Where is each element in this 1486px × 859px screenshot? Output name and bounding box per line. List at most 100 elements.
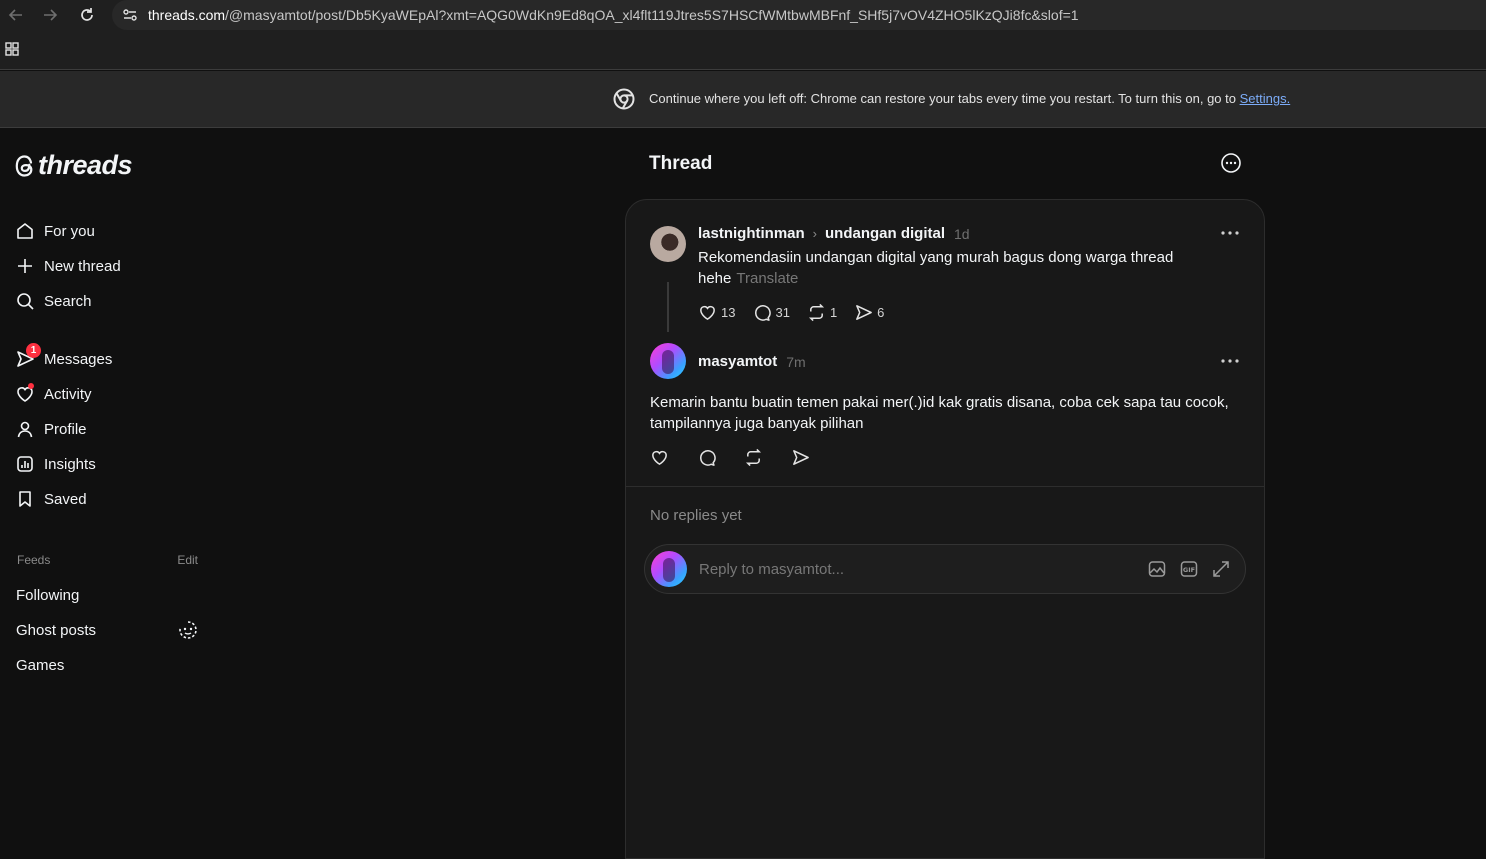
nav-new-thread[interactable]: New thread xyxy=(15,253,121,279)
arrow-right-icon xyxy=(44,9,58,21)
no-replies-text: No replies yet xyxy=(650,507,742,524)
apps-grid-icon xyxy=(5,42,19,56)
threads-wordmark: threads xyxy=(38,150,133,180)
send-icon xyxy=(793,450,809,465)
threads-logo-icon xyxy=(15,154,33,177)
send-icon xyxy=(856,305,873,320)
nav-activity[interactable]: Activity xyxy=(15,381,92,407)
original-post-header: lastnightinman › undangan digital 1d xyxy=(698,225,970,242)
nav-saved[interactable]: Saved xyxy=(15,486,87,512)
like-count: 13 xyxy=(721,305,736,320)
threads-logo[interactable]: threads xyxy=(14,150,133,181)
feeds-edit-button[interactable]: Edit xyxy=(177,553,198,567)
nav-activity-label: Activity xyxy=(44,385,92,403)
nav-insights-label: Insights xyxy=(44,455,96,473)
back-button[interactable] xyxy=(4,3,28,27)
site-info-button[interactable] xyxy=(112,7,148,23)
reply-post-line2: tampilannya juga banyak pilihan xyxy=(650,415,864,432)
expand-composer-button[interactable] xyxy=(1211,559,1231,579)
repost-count: 1 xyxy=(829,305,838,320)
nav-saved-label: Saved xyxy=(44,490,87,508)
apps-button[interactable] xyxy=(4,41,20,57)
composer-tools: GIF xyxy=(1147,559,1231,579)
bookmark-icon xyxy=(15,489,35,509)
reply-share-button[interactable] xyxy=(791,448,814,467)
messages-badge: 1 xyxy=(26,343,41,358)
url-path: /@masyamtot/post/Db5KyaWEpAl?xmt=AQG0WdK… xyxy=(225,7,1079,23)
nav-profile[interactable]: Profile xyxy=(15,416,87,442)
repost-icon xyxy=(808,303,824,322)
reply-input[interactable] xyxy=(699,559,1119,579)
tune-icon xyxy=(123,9,137,21)
translate-link[interactable]: Translate xyxy=(736,270,798,287)
original-post-time: 1d xyxy=(954,225,970,242)
url-text[interactable]: threads.com/@masyamtot/post/Db5KyaWEpAl?… xyxy=(148,7,1079,23)
avatar-masyamtot[interactable] xyxy=(650,343,686,379)
like-button[interactable]: 13 xyxy=(698,303,735,322)
comment-icon xyxy=(755,305,772,321)
svg-text:GIF: GIF xyxy=(1183,566,1195,574)
avatar-lastnightinman[interactable] xyxy=(650,226,686,262)
reply-post-username[interactable]: masyamtot xyxy=(698,353,777,370)
reply-comment-button[interactable] xyxy=(697,448,720,467)
reply-post-line1: Kemarin bantu buatin temen pakai mer(.)i… xyxy=(650,394,1229,411)
arrow-left-icon xyxy=(8,9,22,21)
original-post-actions: 13 31 1 6 xyxy=(698,303,901,322)
reply-post-time: 7m xyxy=(786,353,806,370)
reply-post-actions xyxy=(650,448,831,467)
infobar-message: Continue where you left off: Chrome can … xyxy=(649,91,1290,106)
reply-button[interactable]: 31 xyxy=(752,303,790,322)
more-dots-icon xyxy=(1221,359,1239,363)
expand-icon xyxy=(1213,561,1229,577)
forward-button[interactable] xyxy=(38,3,62,27)
comment-icon xyxy=(700,450,716,466)
nav-messages[interactable]: 1 Messages xyxy=(15,343,113,372)
original-post-text: Rekomendasiin undangan digital yang mura… xyxy=(698,247,1218,289)
nav-search[interactable]: Search xyxy=(15,288,92,314)
address-bar[interactable]: threads.com/@masyamtot/post/Db5KyaWEpAl?… xyxy=(112,0,1486,30)
reply-post-text: Kemarin bantu buatin temen pakai mer(.)i… xyxy=(650,392,1250,434)
nav-new-thread-label: New thread xyxy=(44,257,121,275)
nav-profile-label: Profile xyxy=(44,420,87,438)
section-divider xyxy=(626,486,1264,487)
nav-messages-label: Messages xyxy=(44,350,113,368)
original-post-topic[interactable]: undangan digital xyxy=(825,225,945,242)
share-button[interactable]: 6 xyxy=(854,303,884,322)
heart-icon xyxy=(652,450,667,466)
repost-button[interactable]: 1 xyxy=(807,303,837,322)
page-title: Thread xyxy=(649,153,713,174)
thread-connector-line xyxy=(667,282,669,332)
reply-composer[interactable]: GIF xyxy=(644,544,1246,594)
restore-tabs-infobar: Continue where you left off: Chrome can … xyxy=(0,71,1486,128)
nav-insights[interactable]: Insights xyxy=(15,451,96,477)
reply-repost-button[interactable] xyxy=(744,448,767,467)
send-icon: 1 xyxy=(15,343,41,369)
reload-button[interactable] xyxy=(75,3,99,27)
reply-count: 31 xyxy=(775,305,790,320)
feed-ghost-posts[interactable]: Ghost posts xyxy=(16,622,96,639)
search-icon xyxy=(15,291,35,311)
original-post-more-button[interactable] xyxy=(1220,230,1240,236)
attach-gif-button[interactable]: GIF xyxy=(1179,559,1199,579)
reply-post-more-button[interactable] xyxy=(1220,358,1240,364)
more-dots-icon xyxy=(1221,231,1239,235)
activity-dot xyxy=(28,383,34,389)
composer-avatar xyxy=(651,551,687,587)
feed-games[interactable]: Games xyxy=(16,657,64,674)
thread-options-button[interactable] xyxy=(1220,152,1242,174)
attach-image-button[interactable] xyxy=(1147,559,1167,579)
feed-following[interactable]: Following xyxy=(16,587,79,604)
repost-icon xyxy=(745,448,762,467)
reply-like-button[interactable] xyxy=(650,448,673,467)
share-count: 6 xyxy=(877,305,885,320)
reload-icon xyxy=(81,8,93,21)
heart-icon xyxy=(700,305,715,321)
bookmarks-bar xyxy=(0,30,1486,70)
home-icon xyxy=(15,221,35,241)
ghost-icon xyxy=(179,621,197,639)
original-post-username[interactable]: lastnightinman xyxy=(698,225,805,242)
more-circle-icon xyxy=(1221,153,1241,173)
nav-for-you[interactable]: For you xyxy=(15,218,95,244)
feeds-header: Feeds Edit xyxy=(17,553,198,567)
settings-link[interactable]: Settings. xyxy=(1240,91,1291,106)
